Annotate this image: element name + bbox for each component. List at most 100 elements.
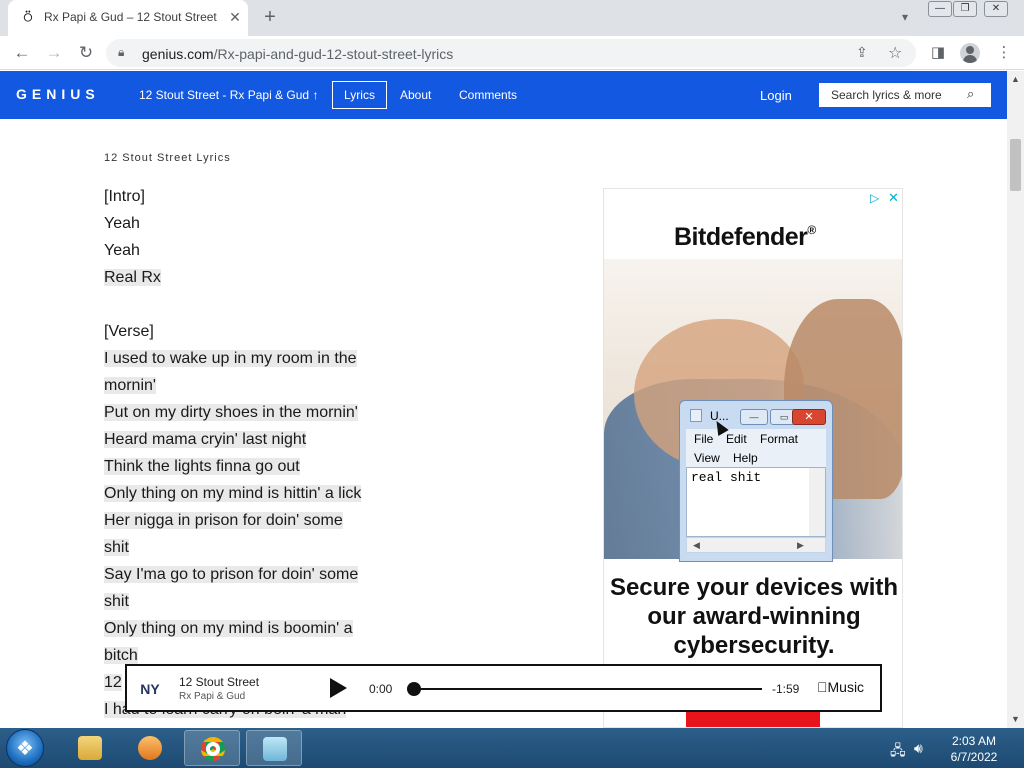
search-placeholder: Search lyrics & more — [831, 88, 942, 102]
back-arrow-icon[interactable]: ← — [10, 42, 34, 64]
lyric-text: I used to wake up in my room in the — [104, 350, 357, 367]
lyric-line[interactable]: Real Rx — [104, 264, 404, 291]
taskbar-media-player[interactable] — [122, 730, 178, 766]
scrollbar-thumb[interactable] — [1010, 139, 1021, 191]
menu-edit[interactable]: Edit — [726, 432, 747, 446]
lyric-line[interactable]: Say I'ma go to prison for doin' some — [104, 561, 404, 588]
search-icon[interactable]: ⌕ — [967, 86, 974, 102]
forward-arrow-icon[interactable]: → — [42, 42, 66, 64]
bookmark-star-icon[interactable]: ☆ — [888, 43, 902, 63]
lyrics-body: [Intro] Yeah Yeah Real Rx [Verse] I used to w… — [104, 183, 404, 723]
adchoices-icon[interactable]: ▷ — [870, 191, 879, 205]
external-arrow-icon: ↑ — [312, 88, 319, 102]
lyric-line[interactable]: Heard mama cryin' last night — [104, 426, 404, 453]
login-link[interactable]: Login — [760, 88, 792, 103]
scroll-up-arrow-icon[interactable]: ▲ — [1007, 71, 1024, 88]
player-artist: Rx Papi & Gud — [179, 691, 246, 702]
restore-window-button[interactable]: ❐ — [953, 1, 977, 17]
new-tab-button[interactable]: + — [258, 6, 282, 30]
lyric-line[interactable]: Yeah — [104, 237, 404, 264]
lyric-line[interactable]: I used to wake up in my room in the — [104, 345, 404, 372]
windows-taskbar: 🖧︎ 🔊︎ 2:03 AM 6/7/2022 — [0, 728, 1024, 768]
lyric-line[interactable]: [Verse] — [104, 318, 404, 345]
url-domain: genius.com — [142, 46, 214, 62]
lyric-text: [Verse] — [104, 323, 154, 340]
search-input[interactable]: Search lyrics & more ⌕ — [819, 83, 991, 107]
ad-cta-button[interactable] — [686, 711, 820, 727]
menu-file[interactable]: File — [694, 432, 713, 446]
tab-search-icon[interactable]: ▾ — [896, 8, 914, 26]
scroll-right-arrow-icon[interactable]: ▶ — [797, 538, 804, 552]
menu-format[interactable]: Format — [760, 432, 798, 446]
lyric-line[interactable]: Yeah — [104, 210, 404, 237]
taskbar-clock[interactable]: 2:03 AM 6/7/2022 — [944, 733, 1004, 765]
lyric-line[interactable]: Only thing on my mind is boomin' a — [104, 615, 404, 642]
url-text[interactable]: genius.com/Rx-papi-and-gud-12-stout-stre… — [142, 46, 453, 62]
notepad-taskbar-icon — [263, 737, 287, 761]
notepad-titlebar[interactable]: U... — ▭ ✕ — [680, 401, 832, 429]
lyric-line[interactable]: shit — [104, 534, 404, 561]
notepad-content: real shit — [691, 470, 762, 485]
lyric-line[interactable]: [Intro] — [104, 183, 404, 210]
notepad-horizontal-scrollbar[interactable]: ◀ ▶ — [686, 537, 826, 553]
menu-dots-icon[interactable]: ⋮ — [994, 43, 1014, 63]
genius-logo[interactable]: GENIUS — [16, 86, 100, 102]
profile-avatar-icon[interactable] — [960, 43, 980, 63]
side-panel-icon[interactable]: ◨ — [928, 43, 948, 63]
scroll-down-arrow-icon[interactable]: ▼ — [1007, 711, 1024, 728]
notepad-close-button[interactable]: ✕ — [792, 409, 826, 425]
ad-tagline: Secure your devices with our award-winni… — [609, 574, 899, 659]
lyrics-heading: 12 Stout Street Lyrics — [104, 152, 231, 164]
lock-icon[interactable]: 🔒︎ — [118, 45, 124, 60]
player-progress-track[interactable] — [414, 688, 762, 690]
player-song-title: 12 Stout Street — [179, 675, 260, 689]
volume-icon[interactable]: 🔊︎ — [914, 740, 923, 757]
notepad-window[interactable]: U... — ▭ ✕ File Edit Format View Help re… — [679, 400, 833, 562]
taskbar-chrome[interactable] — [184, 730, 240, 766]
lyric-line[interactable]: Put on my dirty shoes in the mornin' — [104, 399, 404, 426]
browser-toolbar: ← → ↻ 🔒︎ genius.com/Rx-papi-and-gud-12-s… — [0, 36, 1024, 70]
share-icon[interactable]: ⇪ — [856, 44, 868, 61]
song-title-link[interactable]: 12 Stout Street - Rx Papi & Gud ↑ — [139, 88, 318, 102]
lyric-line[interactable]: Her nigga in prison for doin' some — [104, 507, 404, 534]
lyric-text: Think the lights finna go out — [104, 458, 300, 475]
minimize-window-button[interactable]: — — [928, 1, 952, 17]
notepad-minimize-button[interactable]: — — [740, 409, 768, 425]
menu-help[interactable]: Help — [733, 451, 758, 465]
apple-icon:  — [817, 679, 828, 695]
apple-music-label: Music — [817, 679, 865, 695]
close-tab-icon[interactable]: ✕ — [226, 8, 244, 26]
network-icon[interactable]: 🖧︎ — [890, 740, 906, 764]
notepad-vertical-scrollbar[interactable] — [809, 468, 825, 536]
nav-about[interactable]: About — [400, 88, 431, 102]
nav-comments[interactable]: Comments — [459, 88, 517, 102]
lyric-text: Only thing on my mind is boomin' a — [104, 620, 353, 637]
lyric-text: Heard mama cryin' last night — [104, 431, 307, 448]
browser-tab[interactable]: ⍥ Rx Papi & Gud – 12 Stout Street ✕ — [8, 0, 248, 36]
url-path: /Rx-papi-and-gud-12-stout-street-lyrics — [213, 46, 454, 62]
player-remaining-time: -1:59 — [772, 682, 800, 696]
taskbar-notepad[interactable] — [246, 730, 302, 766]
play-icon[interactable] — [330, 678, 347, 698]
close-window-button[interactable]: ✕ — [984, 1, 1008, 17]
notepad-text-area[interactable]: real shit — [686, 467, 826, 537]
lyric-line[interactable]: shit — [104, 588, 404, 615]
reload-icon[interactable]: ↻ — [74, 42, 98, 64]
lyric-text: bitch — [104, 647, 138, 664]
ad-close-icon[interactable]: ✕ — [888, 190, 899, 206]
lyric-line[interactable]: Only thing on my mind is hittin' a lick — [104, 480, 404, 507]
nav-lyrics[interactable]: Lyrics — [332, 81, 387, 109]
start-button[interactable] — [6, 729, 44, 767]
genius-favicon-icon: ⍥ — [23, 9, 33, 25]
ad-brand: Bitdefender® — [674, 223, 816, 252]
lyric-line[interactable]: mornin' — [104, 372, 404, 399]
menu-view[interactable]: View — [694, 451, 720, 465]
player-progress-knob[interactable] — [407, 682, 421, 696]
taskbar-explorer[interactable] — [62, 730, 118, 766]
lyric-line[interactable]: Think the lights finna go out — [104, 453, 404, 480]
lyric-line[interactable] — [104, 291, 404, 318]
music-player: NY 12 Stout Street Rx Papi & Gud 0:00 -1… — [125, 664, 882, 712]
page-scrollbar[interactable]: ▲ ▼ — [1007, 71, 1024, 728]
scroll-left-arrow-icon[interactable]: ◀ — [693, 538, 700, 552]
address-bar[interactable]: 🔒︎ genius.com/Rx-papi-and-gud-12-stout-s… — [106, 39, 916, 67]
